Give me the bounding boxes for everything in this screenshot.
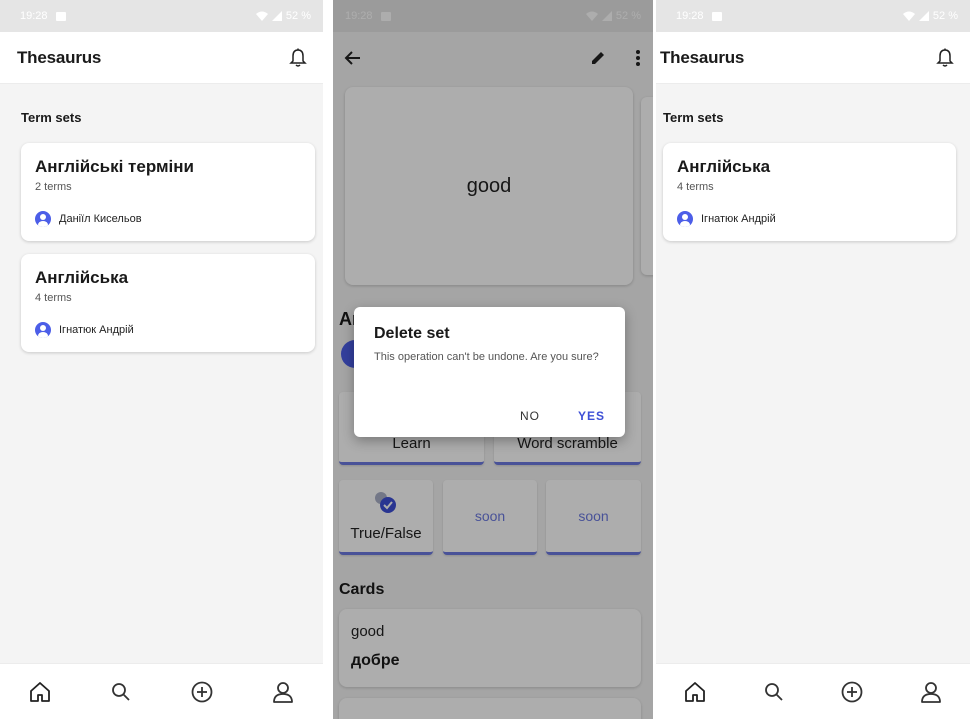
term-set-card[interactable]: Англійські терміни 2 terms Даніїл Кисель… [21, 143, 315, 241]
status-time: 19:28 [20, 10, 48, 22]
wifi-icon [902, 11, 915, 21]
app-title: Thesaurus [660, 47, 745, 67]
profile-icon[interactable] [917, 678, 945, 706]
delete-set-dialog: Delete set This operation can't be undon… [354, 307, 625, 437]
signal-icon [918, 11, 929, 21]
battery-text: 52 % [932, 10, 958, 22]
set-author: Ігнатюк Андрій [35, 322, 301, 338]
bell-icon[interactable] [289, 48, 307, 68]
dialog-title: Delete set [374, 325, 450, 342]
avatar-icon [35, 211, 51, 227]
author-name: Ігнатюк Андрій [59, 324, 134, 336]
bottom-navigation [0, 663, 323, 719]
image-notification-icon [55, 11, 66, 21]
dialog-message: This operation can't be undone. Are you … [374, 351, 599, 363]
add-circle-icon[interactable] [188, 678, 216, 706]
set-title: Англійська [35, 268, 129, 287]
home-screen-after: 19:28 52 % Thesaurus Term sets Англійськ… [656, 0, 970, 719]
image-notification-icon [711, 11, 722, 21]
term-sets-heading: Term sets [663, 110, 724, 125]
app-title: Thesaurus [17, 47, 102, 67]
wifi-icon [255, 11, 268, 21]
bell-icon[interactable] [936, 48, 954, 68]
dialog-no-button[interactable]: NO [520, 409, 540, 423]
status-time: 19:28 [676, 10, 704, 22]
search-icon[interactable] [107, 678, 135, 706]
dialog-yes-button[interactable]: YES [578, 409, 605, 423]
avatar-icon [677, 211, 693, 227]
status-bar: 19:28 52 % [656, 0, 970, 32]
profile-icon[interactable] [269, 678, 297, 706]
term-sets-heading: Term sets [21, 110, 82, 125]
set-title: Англійські терміни [35, 157, 194, 176]
set-title: Англійська [677, 157, 771, 176]
search-icon[interactable] [760, 678, 788, 706]
home-icon[interactable] [26, 678, 54, 706]
battery-text: 52 % [285, 10, 311, 22]
home-icon[interactable] [681, 678, 709, 706]
add-circle-icon[interactable] [838, 678, 866, 706]
home-screen-before: 19:28 52 % Thesaurus Term sets Англійськ… [0, 0, 323, 719]
bottom-navigation [656, 663, 970, 719]
signal-icon [271, 11, 282, 21]
term-set-card[interactable]: Англійська 4 terms Ігнатюк Андрій [663, 143, 956, 241]
app-bar: Thesaurus [656, 32, 970, 84]
status-bar: 19:28 52 % [0, 0, 323, 32]
set-term-count: 4 terms [35, 292, 72, 304]
author-name: Ігнатюк Андрій [701, 213, 776, 225]
avatar-icon [35, 322, 51, 338]
set-author: Ігнатюк Андрій [677, 211, 942, 227]
term-set-card[interactable]: Англійська 4 terms Ігнатюк Андрій [21, 254, 315, 352]
set-term-count: 4 terms [677, 181, 714, 193]
author-name: Даніїл Кисельов [59, 213, 142, 225]
app-bar: Thesaurus [0, 32, 323, 84]
set-term-count: 2 terms [35, 181, 72, 193]
set-author: Даніїл Кисельов [35, 211, 301, 227]
set-detail-screen: 19:28 52 % good Ar Learn Word scramble T… [333, 0, 653, 719]
